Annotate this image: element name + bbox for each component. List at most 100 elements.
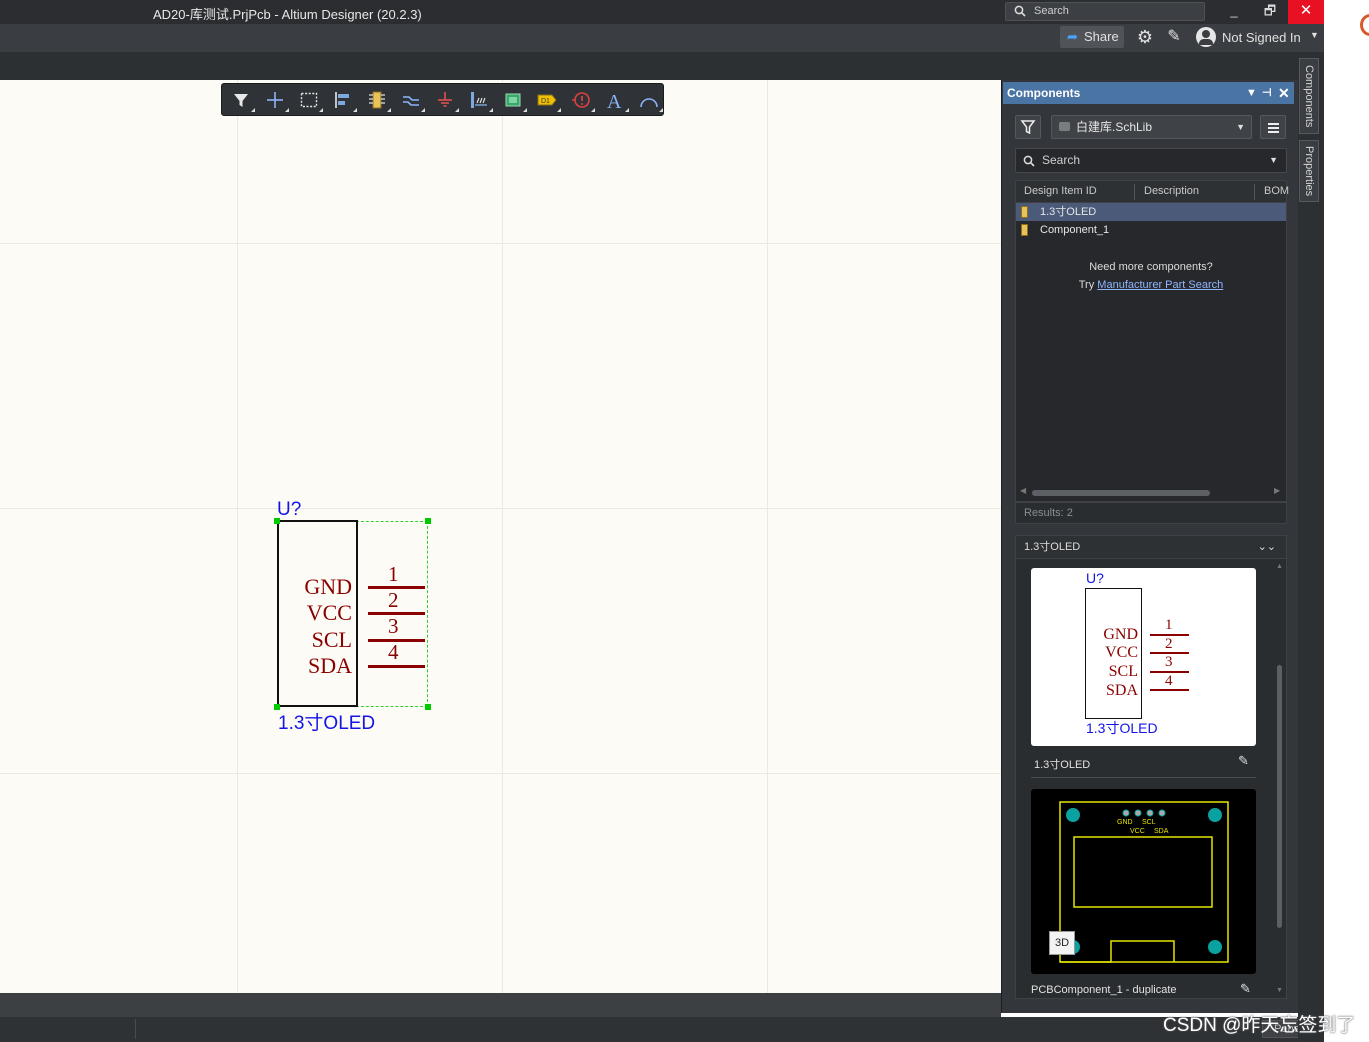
component-search-input[interactable]: Search ▼ bbox=[1015, 148, 1287, 173]
pin-line[interactable] bbox=[368, 612, 425, 615]
library-select[interactable]: 白建库.SchLib ▼ bbox=[1051, 115, 1252, 139]
library-name: 白建库.SchLib bbox=[1076, 120, 1153, 134]
document-tab-bar bbox=[0, 52, 1324, 80]
tab-components[interactable]: Components bbox=[1299, 58, 1319, 134]
window-title: AD20-库测试.PrjPcb - Altium Designer (20.2.… bbox=[153, 7, 422, 22]
try-prefix: Try bbox=[1078, 279, 1095, 291]
place-part-icon[interactable] bbox=[362, 88, 392, 112]
share-icon: ➦ bbox=[1067, 29, 1078, 44]
component-icon bbox=[1021, 224, 1028, 236]
search-placeholder: Search bbox=[1034, 5, 1069, 17]
pin-line[interactable] bbox=[368, 639, 425, 642]
pin-line[interactable] bbox=[368, 586, 425, 589]
preview-pin-name: VCC bbox=[1105, 644, 1138, 661]
need-more-text: Need more components? bbox=[1089, 261, 1213, 273]
pin-number-4: 4 bbox=[388, 640, 399, 664]
preview-designator: U? bbox=[1086, 570, 1104, 586]
place-wire-icon[interactable] bbox=[396, 88, 426, 112]
scroll-right-icon[interactable]: ▶ bbox=[1274, 486, 1280, 495]
selection-handle[interactable] bbox=[425, 704, 431, 710]
pin-number-3: 3 bbox=[388, 614, 399, 638]
selection-handle[interactable] bbox=[425, 518, 431, 524]
collapse-icon[interactable]: ⌄⌄ bbox=[1258, 536, 1276, 558]
filter-button[interactable] bbox=[1015, 115, 1041, 139]
close-button[interactable]: ✕ bbox=[1288, 0, 1324, 24]
column-divider[interactable] bbox=[1134, 184, 1135, 200]
pin-line[interactable] bbox=[368, 665, 425, 668]
filter-tool-icon[interactable] bbox=[226, 88, 256, 112]
arc-tool-icon[interactable] bbox=[634, 88, 664, 112]
component-comment[interactable]: 1.3寸OLED bbox=[278, 708, 375, 735]
sign-in-label[interactable]: Not Signed In bbox=[1222, 30, 1301, 45]
port-icon[interactable]: D1 bbox=[532, 88, 562, 112]
horizontal-scrollbar[interactable] bbox=[1032, 490, 1210, 496]
chevron-down-icon[interactable]: ▼ bbox=[1310, 30, 1319, 40]
chevron-down-icon: ▼ bbox=[1236, 122, 1245, 132]
pin-name-scl: SCL bbox=[311, 627, 352, 652]
list-item[interactable]: Component_1 bbox=[1016, 221, 1286, 239]
text-tool-icon[interactable]: A bbox=[600, 88, 630, 113]
bus-entry-icon[interactable] bbox=[464, 88, 494, 112]
user-avatar-icon[interactable] bbox=[1196, 27, 1216, 47]
preview-pin-line bbox=[1150, 671, 1189, 673]
no-erc-icon[interactable] bbox=[566, 88, 596, 112]
pencil-icon[interactable]: ✎ bbox=[1238, 753, 1249, 769]
restore-button[interactable]: 🗗 bbox=[1252, 0, 1288, 24]
pencil-icon[interactable]: ✎ bbox=[1240, 981, 1251, 997]
vertical-scrollbar[interactable] bbox=[1277, 665, 1282, 928]
panel-close-icon[interactable]: ✕ bbox=[1278, 82, 1290, 104]
toggle-3d-button[interactable]: 3D bbox=[1049, 931, 1075, 955]
chevron-down-icon[interactable]: ▼ bbox=[1269, 149, 1278, 172]
schematic-canvas[interactable] bbox=[0, 80, 1001, 993]
list-item[interactable]: 1.3寸OLED bbox=[1016, 203, 1286, 221]
global-search-input[interactable]: Search bbox=[1005, 2, 1205, 21]
manufacturer-part-search-link[interactable]: Manufacturer Part Search bbox=[1097, 279, 1223, 291]
share-label: Share bbox=[1084, 29, 1119, 44]
minimize-button[interactable]: _ bbox=[1216, 0, 1252, 24]
search-icon bbox=[1023, 149, 1035, 175]
svg-text:A: A bbox=[607, 91, 622, 111]
filter-icon bbox=[1020, 120, 1036, 135]
hamburger-icon bbox=[1268, 131, 1279, 133]
detail-header[interactable]: 1.3寸OLED ⌄⌄ bbox=[1015, 535, 1287, 559]
library-icon bbox=[1059, 122, 1070, 131]
preview-pin-line bbox=[1150, 689, 1189, 691]
scroll-up-icon[interactable]: ▲ bbox=[1276, 563, 1283, 570]
column-bom[interactable]: BOM bbox=[1264, 185, 1289, 197]
silk-vcc: VCC bbox=[1130, 828, 1145, 835]
component-icon bbox=[1021, 206, 1028, 218]
ground-icon[interactable] bbox=[430, 88, 460, 112]
sheet-symbol-icon[interactable] bbox=[498, 88, 528, 112]
list-header: Design Item ID Description BOM bbox=[1016, 181, 1289, 203]
panel-options-button[interactable] bbox=[1260, 115, 1286, 139]
selection-handle[interactable] bbox=[274, 518, 280, 524]
status-bar bbox=[0, 1017, 1324, 1042]
pin-icon[interactable]: ⊣ bbox=[1262, 82, 1272, 104]
pin-number-2: 2 bbox=[388, 588, 399, 612]
item-id: Component_1 bbox=[1040, 224, 1110, 236]
component-designator[interactable]: U? bbox=[277, 499, 301, 521]
scroll-down-icon[interactable]: ▼ bbox=[1276, 987, 1283, 994]
column-description[interactable]: Description bbox=[1144, 185, 1199, 197]
select-tool-icon[interactable] bbox=[294, 88, 324, 112]
scroll-left-icon[interactable]: ◀ bbox=[1020, 486, 1026, 495]
gear-icon[interactable]: ⚙ bbox=[1134, 26, 1156, 48]
column-divider[interactable] bbox=[1254, 184, 1255, 200]
results-count: Results: 2 bbox=[1015, 502, 1287, 524]
preview-pin-number: 1 bbox=[1165, 617, 1173, 633]
schematic-caption: 1.3寸OLED bbox=[1034, 759, 1091, 771]
column-design-item-id[interactable]: Design Item ID bbox=[1024, 185, 1097, 197]
pcb-caption: PCBComponent_1 - duplicate bbox=[1031, 984, 1177, 996]
align-tool-icon[interactable] bbox=[328, 88, 358, 112]
header-bar bbox=[0, 24, 1324, 52]
active-bar-toolbar: D1 A bbox=[221, 83, 664, 116]
panel-menu-icon[interactable]: ▼ bbox=[1246, 82, 1257, 104]
tab-properties[interactable]: Properties bbox=[1299, 140, 1319, 202]
preview-pin-number: 4 bbox=[1165, 673, 1173, 689]
canvas-scroll-bar bbox=[0, 993, 1001, 1017]
notifications-off-icon[interactable]: ✎ bbox=[1163, 26, 1185, 48]
share-button[interactable]: ➦ Share bbox=[1060, 26, 1124, 48]
move-tool-icon[interactable] bbox=[260, 88, 290, 112]
preview-pin-line bbox=[1150, 634, 1189, 636]
detail-title: 1.3寸OLED bbox=[1024, 541, 1081, 553]
